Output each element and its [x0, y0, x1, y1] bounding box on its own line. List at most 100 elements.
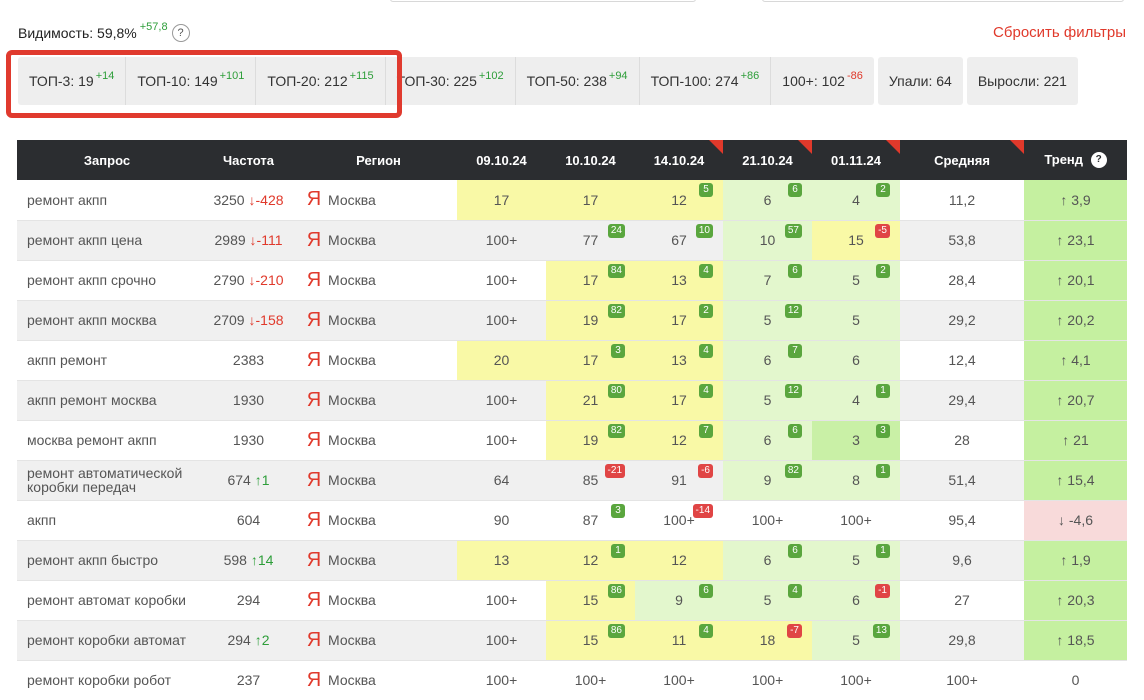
- position-value: 12: [671, 552, 687, 568]
- help-icon[interactable]: ?: [1090, 152, 1107, 169]
- position-value: 7: [763, 272, 772, 288]
- position-change-badge: 6: [699, 583, 713, 598]
- position-cell: 12 7: [635, 420, 723, 461]
- position-value: 18: [759, 632, 776, 648]
- frequency-value: 294: [236, 592, 261, 608]
- frequency-value: 2989: [214, 232, 246, 248]
- query-text[interactable]: акпп: [17, 500, 197, 541]
- query-text[interactable]: ремонт коробки робот: [17, 660, 197, 700]
- position-cell: 100+: [457, 380, 546, 421]
- column-header-9[interactable]: Тренд ?: [1024, 140, 1127, 180]
- query-text[interactable]: ремонт акпп москва: [17, 300, 197, 341]
- query-text[interactable]: ремонт акпп быстро: [17, 540, 197, 581]
- trend-cell: ↑ 20,1: [1024, 260, 1127, 301]
- query-text[interactable]: москва ремонт акпп: [17, 420, 197, 461]
- frequency-delta: ↓-428: [248, 191, 284, 208]
- top-filter-label: ТОП-3: 19: [29, 73, 94, 89]
- position-change-badge: -6: [698, 463, 713, 478]
- position-cell: 100+: [457, 220, 546, 261]
- position-cell: 15 -5: [812, 220, 900, 261]
- position-cell: 15 86: [546, 580, 635, 621]
- query-text[interactable]: ремонт автоматической коробки передач: [17, 460, 197, 501]
- column-header-6[interactable]: 21.10.24: [723, 140, 812, 180]
- position-change-badge: 1: [611, 543, 625, 558]
- position-cell: 91 -6: [635, 460, 723, 501]
- top-filter-2[interactable]: ТОП-20: 212 +115: [256, 57, 386, 105]
- top-filter-label: ТОП-100: 274: [650, 73, 739, 89]
- position-value: 100+: [485, 592, 518, 608]
- position-value: 19: [582, 432, 599, 448]
- top-filter-1[interactable]: ТОП-10: 149 +101: [126, 57, 257, 105]
- column-header-2: Регион: [356, 152, 401, 168]
- top-filter-4[interactable]: ТОП-50: 238 +94: [516, 57, 640, 105]
- column-header-1[interactable]: Частота: [197, 140, 300, 180]
- average-cell: 51,4: [900, 460, 1024, 501]
- frequency-cell: 1930: [197, 380, 300, 421]
- frequency-value: 604: [236, 512, 261, 528]
- position-value: 12: [582, 552, 599, 568]
- query-text[interactable]: ремонт автомат коробки: [17, 580, 197, 621]
- top-filter-0[interactable]: ТОП-3: 19 +14: [18, 57, 127, 105]
- positions-table: Запрос Частота Регион 09.10.24 10.10.24 14.10…: [17, 140, 1127, 700]
- position-cell: 52: [812, 260, 900, 301]
- position-value: 5: [852, 552, 860, 568]
- reset-filters-link[interactable]: Сбросить фильтры: [993, 24, 1126, 41]
- note-flag-icon: [798, 140, 812, 154]
- top-filter-3[interactable]: ТОП-30: 225 +102: [386, 57, 516, 105]
- position-cell: 41: [812, 380, 900, 421]
- frequency-cell: 2989 ↓-111: [197, 220, 300, 261]
- column-header-8[interactable]: Средняя: [900, 140, 1024, 180]
- fell-filter[interactable]: Упали: 64: [878, 57, 963, 105]
- frequency-delta: ↓-210: [248, 272, 284, 288]
- top-filter-delta: +101: [219, 70, 245, 82]
- position-value: 6: [763, 191, 772, 208]
- frequency-value: 2383: [232, 352, 265, 368]
- position-value: 6: [852, 592, 860, 608]
- top-input-right[interactable]: [762, 0, 1124, 2]
- fell-group: Упали: 64: [877, 57, 963, 105]
- position-cell: 5 12: [723, 300, 812, 341]
- top-input-left[interactable]: [390, 0, 696, 2]
- column-header-7[interactable]: 01.11.24: [812, 140, 900, 180]
- position-value: 8: [852, 472, 860, 488]
- position-cell: 100+: [457, 420, 546, 461]
- position-cell: 42: [812, 180, 900, 221]
- column-header-0[interactable]: Запрос: [17, 140, 197, 180]
- position-value: 11: [671, 632, 687, 648]
- top-filter-5[interactable]: ТОП-100: 274 +86: [640, 57, 772, 105]
- query-text[interactable]: акпп ремонт: [17, 340, 197, 381]
- position-change-badge: 3: [876, 423, 890, 438]
- position-value: 21: [582, 392, 599, 408]
- help-icon[interactable]: ?: [171, 24, 190, 42]
- query-text[interactable]: ремонт акпп: [17, 180, 197, 221]
- frequency-cell: 3250 ↓-428: [197, 180, 300, 221]
- query-text[interactable]: акпп ремонт москва: [17, 380, 197, 421]
- position-cell: 19 82: [546, 420, 635, 461]
- frequency-value: 1930: [232, 392, 265, 408]
- position-change-badge: 2: [699, 303, 713, 318]
- query-text[interactable]: ремонт акпп цена: [17, 220, 197, 261]
- position-value: 100+: [751, 672, 784, 688]
- grew-filter[interactable]: Выросли: 221: [967, 57, 1078, 105]
- column-header-4[interactable]: 10.10.24: [546, 140, 635, 180]
- column-header-5[interactable]: 14.10.24: [635, 140, 723, 180]
- trend-cell: ↑ 18,5: [1024, 620, 1127, 661]
- column-header-3[interactable]: 09.10.24: [457, 140, 546, 180]
- region-cell: Москва: [328, 540, 457, 581]
- grew-group: Выросли: 221: [966, 57, 1078, 105]
- frequency-cell: 237: [197, 660, 300, 700]
- region-cell: Москва: [328, 180, 457, 221]
- position-cell: 90: [457, 500, 546, 541]
- query-text[interactable]: ремонт акпп срочно: [17, 260, 197, 301]
- average-cell: 11,2: [900, 180, 1024, 221]
- position-change-badge: 57: [784, 223, 802, 238]
- yandex-icon: Я: [300, 340, 328, 381]
- position-value: 100+: [485, 232, 518, 248]
- query-text[interactable]: ремонт коробки автомат: [17, 620, 197, 661]
- position-change-badge: 7: [699, 423, 713, 438]
- position-change-badge: 82: [607, 423, 625, 438]
- position-value: 87: [582, 512, 599, 528]
- top-filters: ТОП-3: 19 +14 ТОП-10: 149 +101 ТОП-20: 212 +1…: [18, 57, 1082, 105]
- position-cell: 87 3: [546, 500, 635, 541]
- top-filter-6[interactable]: 100+: 102 -86: [771, 57, 874, 105]
